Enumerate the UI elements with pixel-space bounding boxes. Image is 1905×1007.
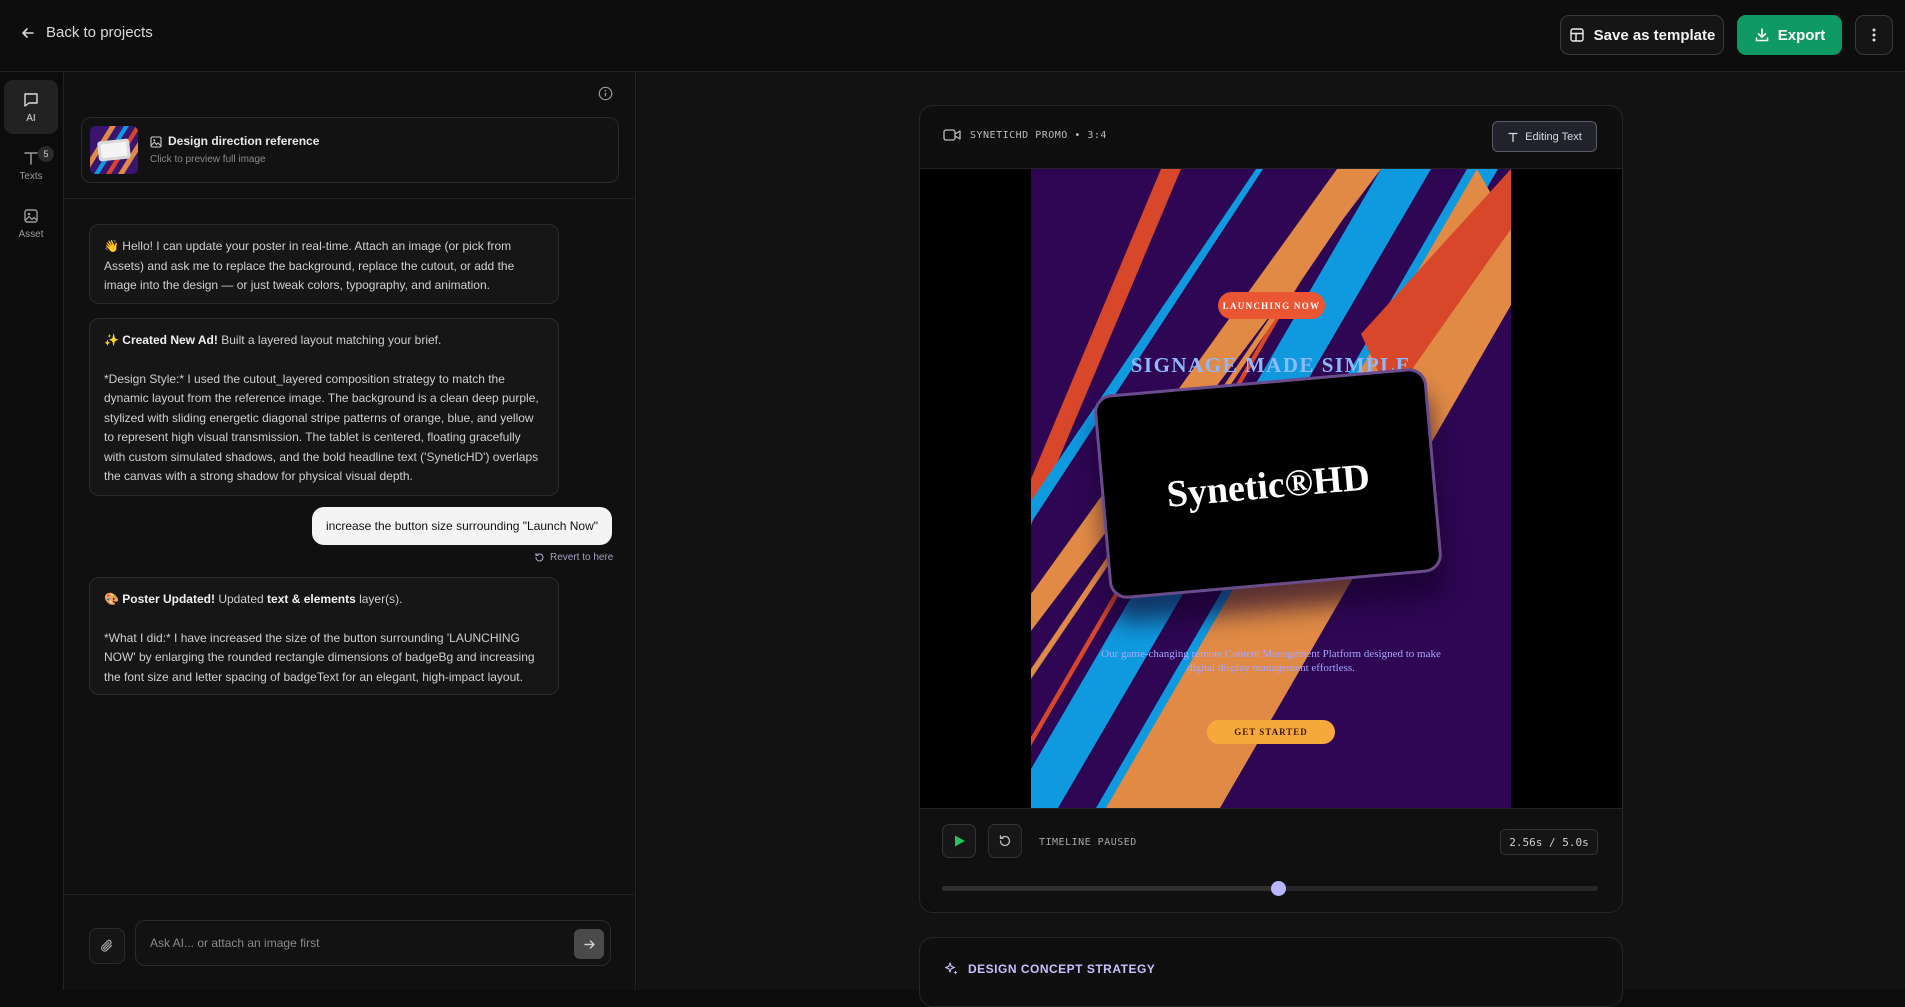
revert-label: Revert to here [550,552,614,563]
revert-icon [534,552,545,563]
reference-title: Design direction reference [168,134,320,148]
text-icon [1507,131,1519,143]
play-icon [953,834,966,848]
wave-emoji: 👋 [104,239,119,253]
get-started-button[interactable]: GET STARTED [1207,720,1335,744]
timeline-scrubber[interactable] [942,881,1598,896]
canvas-stage: LAUNCHING NOW SIGNAGE MADE SIMPLE Syneti… [920,169,1622,808]
export-label: Export [1777,26,1826,44]
texts-count-badge: 5 [38,146,54,162]
editing-text-label: Editing Text [1525,130,1582,143]
poster-headline[interactable]: SIGNAGE MADE SIMPLE [1031,353,1511,378]
more-vertical-icon [1872,27,1876,43]
more-options-button[interactable] [1855,15,1893,55]
message-text: Built a layered layout matching your bri… [221,333,442,347]
editing-text-button[interactable]: Editing Text [1492,121,1597,152]
message-detail: *What I did:* I have increased the size … [104,630,535,684]
arrow-left-icon [20,25,36,41]
save-as-template-button[interactable]: Save as template [1560,15,1724,55]
message-text: Updated [218,592,264,606]
info-icon[interactable] [598,86,613,101]
divider [64,894,636,895]
paperclip-icon [99,938,115,954]
message-heading: Poster Updated! [122,592,215,606]
save-as-template-label: Save as template [1593,26,1716,44]
poster-canvas[interactable]: LAUNCHING NOW SIGNAGE MADE SIMPLE Syneti… [1031,169,1511,808]
preview-card: SYNETICHD PROMO • 3:4 Editing Text LAUNC… [919,105,1623,913]
message-heading: Created New Ad! [122,333,218,347]
rail-label-asset: Asset [18,228,44,240]
play-button[interactable] [942,824,976,858]
scrubber-progress [942,886,1278,891]
poster-description[interactable]: Our game-changing remote Content Managem… [1091,647,1451,675]
chat-input-box [135,920,611,966]
message-text: layer(s). [359,592,403,606]
message-text: Hello! I can update your poster in real-… [104,239,515,292]
palette-emoji: 🎨 [104,592,119,606]
divider [64,198,636,199]
preview-area: SYNETICHD PROMO • 3:4 Editing Text LAUNC… [637,72,1905,1007]
assistant-message: ✨ Created New Ad! Built a layered layout… [89,318,559,496]
design-reference-card[interactable]: Design direction reference Click to prev… [81,117,619,183]
preview-title: SYNETICHD PROMO • 3:4 [970,130,1107,141]
assistant-message: 🎨 Poster Updated! Updated text & element… [89,577,559,695]
rail-label-ai: AI [26,112,36,124]
rail-item-texts[interactable]: Texts 5 [4,138,58,192]
back-label: Back to projects [46,24,153,41]
ai-chat-panel: Design direction reference Click to prev… [64,72,636,990]
template-icon [1569,27,1585,43]
preview-header: SYNETICHD PROMO • 3:4 Editing Text [920,106,1622,169]
rail-item-asset[interactable]: Asset [4,196,58,250]
reference-subtitle: Click to preview full image [150,154,266,165]
message-bold-text: text & elements [267,592,356,606]
timeline-status: TIMELINE PAUSED [1039,837,1137,848]
rail-item-ai[interactable]: AI [4,80,58,134]
timeline-controls: TIMELINE PAUSED 2.56s / 5.0s [920,808,1622,912]
sparkles-icon [944,961,959,976]
chat-icon [22,91,40,109]
launching-now-badge[interactable]: LAUNCHING NOW [1218,292,1325,319]
strategy-title: DESIGN CONCEPT STRATEGY [968,962,1156,976]
scrubber-handle[interactable] [1270,881,1286,896]
design-concept-strategy-card[interactable]: DESIGN CONCEPT STRATEGY [919,937,1623,1007]
timeline-time: 2.56s / 5.0s [1500,829,1598,855]
tablet-image[interactable]: Synetic®HD [1092,366,1444,601]
video-camera-icon [943,128,961,142]
user-message-text: increase the button size surrounding "La… [325,519,598,533]
download-icon [1754,27,1770,43]
rotate-ccw-icon [998,834,1012,848]
rail-label-texts: Texts [19,170,43,182]
chat-input[interactable] [150,933,550,953]
user-message: increase the button size surrounding "La… [312,507,612,545]
image-icon [22,207,40,225]
arrow-right-icon [583,938,596,951]
send-button[interactable] [574,929,604,959]
export-button[interactable]: Export [1737,15,1842,55]
reset-button[interactable] [988,824,1022,858]
message-detail: *Design Style:* I used the cutout_layere… [104,371,539,484]
image-icon [150,136,162,148]
tablet-brand-text[interactable]: Synetic®HD [1103,450,1434,522]
side-rail: AI Texts 5 Asset [0,72,64,990]
reference-thumbnail [90,126,138,174]
top-bar: Back to projects Save as template Export [0,0,1905,72]
assistant-message: 👋 Hello! I can update your poster in rea… [89,224,559,304]
revert-to-here-link[interactable]: Revert to here [534,552,613,563]
attach-button[interactable] [89,928,125,964]
sparkles-emoji: ✨ [104,333,119,347]
back-to-projects-link[interactable]: Back to projects [20,24,153,41]
